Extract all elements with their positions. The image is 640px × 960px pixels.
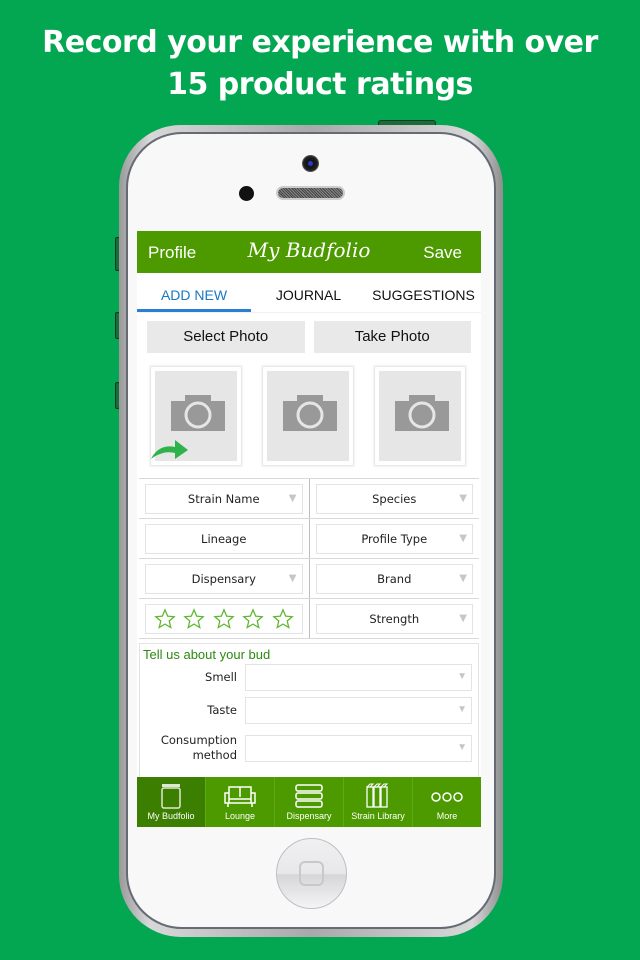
- smell-label: Smell: [205, 670, 237, 684]
- star-icon[interactable]: [272, 608, 294, 630]
- photo-slot[interactable]: [262, 366, 354, 466]
- app-screen: Profile My Budfolio Save ADD NEW JOURNAL…: [137, 231, 481, 827]
- tab-suggestions[interactable]: SUGGESTIONS: [366, 273, 481, 312]
- select-photo-button[interactable]: Select Photo: [147, 321, 305, 353]
- smell-dropdown[interactable]: ▼: [245, 664, 472, 691]
- take-photo-button[interactable]: Take Photo: [313, 321, 471, 353]
- arrow-icon: [151, 440, 188, 459]
- taste-label: Taste: [207, 703, 237, 717]
- photo-slot[interactable]: [374, 366, 466, 466]
- star-icon[interactable]: [242, 608, 264, 630]
- brand-dropdown[interactable]: Brand ▼: [315, 564, 473, 594]
- taste-dropdown[interactable]: ▼: [245, 697, 472, 724]
- camera-icon: [283, 395, 337, 431]
- tabbar-lounge[interactable]: Lounge: [205, 777, 274, 827]
- chevron-down-icon: ▼: [288, 573, 297, 584]
- chevron-down-icon: ▼: [459, 613, 467, 624]
- chevron-down-icon: ▼: [457, 704, 467, 715]
- star-icon[interactable]: [154, 608, 176, 630]
- couch-icon: [224, 786, 256, 807]
- active-tab-indicator: [137, 309, 251, 312]
- strain-name-dropdown[interactable]: Strain Name ▼: [145, 484, 303, 514]
- tabbar-dispensary[interactable]: Dispensary: [274, 777, 343, 827]
- nav-bar: Profile My Budfolio Save: [137, 231, 481, 273]
- star-icon[interactable]: [213, 608, 235, 630]
- profile-type-dropdown[interactable]: Profile Type ▼: [315, 524, 473, 554]
- chevron-down-icon: ▼: [459, 533, 467, 544]
- earpiece-speaker: [276, 186, 345, 200]
- star-icon[interactable]: [183, 608, 205, 630]
- chevron-down-icon: ▼: [459, 493, 467, 504]
- tabbar-strain-library[interactable]: Strain Library: [343, 777, 412, 827]
- strength-dropdown[interactable]: Strength ▼: [315, 604, 473, 634]
- tab-add-new[interactable]: ADD NEW: [137, 273, 251, 312]
- save-button[interactable]: Save: [423, 243, 462, 263]
- jar-icon: [161, 784, 181, 809]
- headline-line-1: Record your experience with over: [42, 25, 598, 60]
- books-icon: [366, 783, 389, 808]
- more-dots-icon: [431, 792, 463, 802]
- front-camera: [302, 155, 319, 172]
- chevron-down-icon: ▼: [457, 671, 467, 682]
- proximity-sensor: [239, 186, 254, 201]
- tab-journal[interactable]: JOURNAL: [251, 273, 366, 312]
- consumption-method-label: Consumption method: [160, 733, 237, 762]
- home-button[interactable]: [276, 838, 347, 909]
- about-title: Tell us about your bud: [143, 647, 271, 662]
- tabbar-my-budfolio[interactable]: My Budfolio: [137, 777, 205, 827]
- star-rating: [145, 604, 303, 634]
- camera-icon: [395, 395, 449, 431]
- camera-icon: [171, 395, 225, 431]
- consumption-method-dropdown[interactable]: ▼: [245, 734, 472, 762]
- lineage-input[interactable]: Lineage: [145, 524, 303, 554]
- chevron-down-icon: ▼: [459, 573, 467, 584]
- bottom-tab-bar: My Budfolio Lounge Dispensary Strain Lib…: [137, 777, 481, 827]
- about-section: Tell us about your bud Smell ▼ Taste ▼ C…: [139, 643, 479, 783]
- photo-slot[interactable]: [150, 366, 242, 466]
- chevron-down-icon: ▼: [288, 493, 297, 504]
- segment-tabs: ADD NEW JOURNAL SUGGESTIONS: [137, 273, 481, 313]
- headline-line-2: 15 product ratings: [167, 67, 473, 102]
- species-dropdown[interactable]: Species ▼: [315, 484, 473, 514]
- tabbar-more[interactable]: More: [412, 777, 481, 827]
- details-grid: Strain Name ▼ Species ▼ Lineage Profile Ty…: [139, 478, 479, 639]
- dispensary-dropdown[interactable]: Dispensary ▼: [145, 564, 303, 594]
- headline: Record your experience with over 15 prod…: [0, 22, 640, 106]
- stack-icon: [295, 784, 323, 808]
- chevron-down-icon: ▼: [457, 741, 467, 753]
